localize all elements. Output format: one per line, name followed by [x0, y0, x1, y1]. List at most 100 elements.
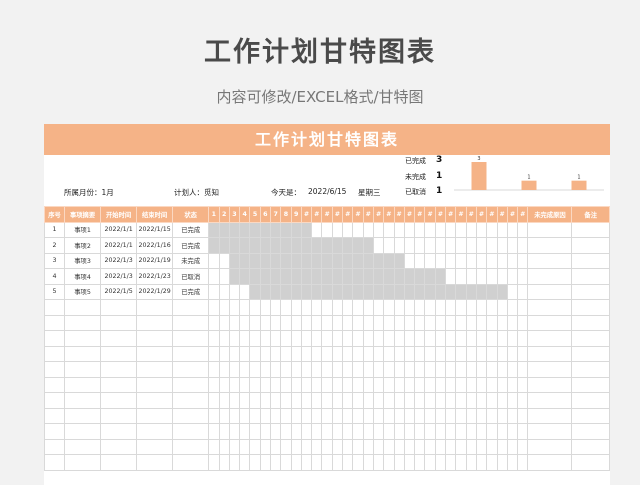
gantt-bar-cell: [331, 268, 344, 285]
empty-cell: [424, 330, 436, 347]
empty-cell: [517, 361, 529, 378]
gantt-bar-cell: [300, 221, 313, 238]
empty-cell: [239, 423, 251, 440]
day-cell: [218, 283, 230, 300]
cell-note: [571, 252, 610, 269]
cell-status: 已完成: [172, 221, 210, 238]
day-header: #: [403, 206, 416, 223]
cell-index: 3: [44, 252, 66, 269]
chart-data-label: 1: [577, 175, 580, 181]
empty-cell: [506, 407, 519, 424]
day-header: #: [445, 206, 457, 223]
gantt-bar-cell: [280, 268, 292, 285]
empty-cell: [372, 330, 385, 347]
empty-cell: [321, 376, 333, 393]
empty-cell: [571, 438, 610, 455]
empty-cell: [280, 299, 292, 316]
cell-item: 事项2: [64, 237, 102, 254]
empty-cell: [455, 314, 467, 331]
empty-cell: [445, 423, 457, 440]
empty-cell: [571, 330, 610, 347]
day-cell: [465, 221, 477, 238]
day-cell: [434, 252, 447, 269]
empty-cell: [172, 454, 210, 471]
gantt-bar-cell: [383, 268, 395, 285]
empty-cell: [218, 330, 230, 347]
empty-cell: [218, 376, 230, 393]
day-cell: [311, 221, 323, 238]
gantt-bar-cell: [403, 268, 416, 285]
day-cell: [208, 252, 220, 269]
gantt-bar-cell: [475, 283, 488, 300]
day-cell: [465, 237, 477, 254]
empty-cell: [64, 454, 102, 471]
empty-cell: [465, 423, 477, 440]
empty-cell: [172, 330, 210, 347]
empty-cell: [136, 438, 174, 455]
empty-cell: [352, 438, 364, 455]
day-cell: [455, 252, 467, 269]
empty-cell: [280, 454, 292, 471]
empty-cell: [228, 345, 241, 362]
empty-cell: [249, 361, 261, 378]
empty-cell: [44, 345, 66, 362]
empty-cell: [64, 345, 102, 362]
gantt-bar-cell: [290, 237, 302, 254]
empty-cell: [208, 330, 220, 347]
empty-cell: [342, 361, 354, 378]
day-cell: [506, 221, 519, 238]
empty-cell: [352, 454, 364, 471]
empty-cell: [424, 345, 436, 362]
day-cell: [445, 252, 457, 269]
empty-cell: [249, 376, 261, 393]
col-header-status: 状态: [172, 206, 210, 223]
empty-cell: [393, 345, 405, 362]
empty-cell: [136, 299, 174, 316]
gantt-bar-cell: [239, 221, 251, 238]
empty-cell: [342, 314, 354, 331]
day-cell: [331, 221, 344, 238]
empty-cell: [136, 345, 174, 362]
empty-cell: [455, 454, 467, 471]
day-cell: [445, 237, 457, 254]
empty-cell: [208, 407, 220, 424]
empty-cell: [383, 454, 395, 471]
empty-cell: [259, 407, 271, 424]
empty-cell: [362, 361, 374, 378]
empty-cell: [571, 454, 610, 471]
gantt-bar-cell: [321, 252, 333, 269]
gantt-bar-cell: [239, 237, 251, 254]
empty-cell: [321, 454, 333, 471]
day-header: #: [424, 206, 436, 223]
day-cell: [414, 252, 426, 269]
empty-cell: [571, 345, 610, 362]
empty-cell: [506, 345, 519, 362]
empty-cell: [259, 330, 271, 347]
gantt-bar-cell: [311, 252, 323, 269]
cell-item: 事项3: [64, 252, 102, 269]
empty-cell: [280, 330, 292, 347]
empty-cell: [506, 376, 519, 393]
day-cell: [372, 221, 385, 238]
col-header-item: 事项摘要: [64, 206, 102, 223]
empty-cell: [571, 361, 610, 378]
empty-cell: [280, 392, 292, 409]
empty-cell: [506, 314, 519, 331]
gantt-bar-cell: [300, 252, 313, 269]
day-cell: [228, 283, 241, 300]
day-header: #: [311, 206, 323, 223]
empty-cell: [506, 454, 519, 471]
day-cell: [352, 221, 364, 238]
empty-cell: [331, 345, 344, 362]
empty-cell: [434, 438, 447, 455]
day-cell: [218, 252, 230, 269]
empty-cell: [321, 361, 333, 378]
gantt-bar-cell: [434, 268, 447, 285]
empty-cell: [331, 423, 344, 440]
empty-cell: [290, 314, 302, 331]
empty-cell: [218, 345, 230, 362]
empty-cell: [403, 423, 416, 440]
empty-cell: [362, 314, 374, 331]
empty-cell: [352, 392, 364, 409]
empty-cell: [424, 407, 436, 424]
